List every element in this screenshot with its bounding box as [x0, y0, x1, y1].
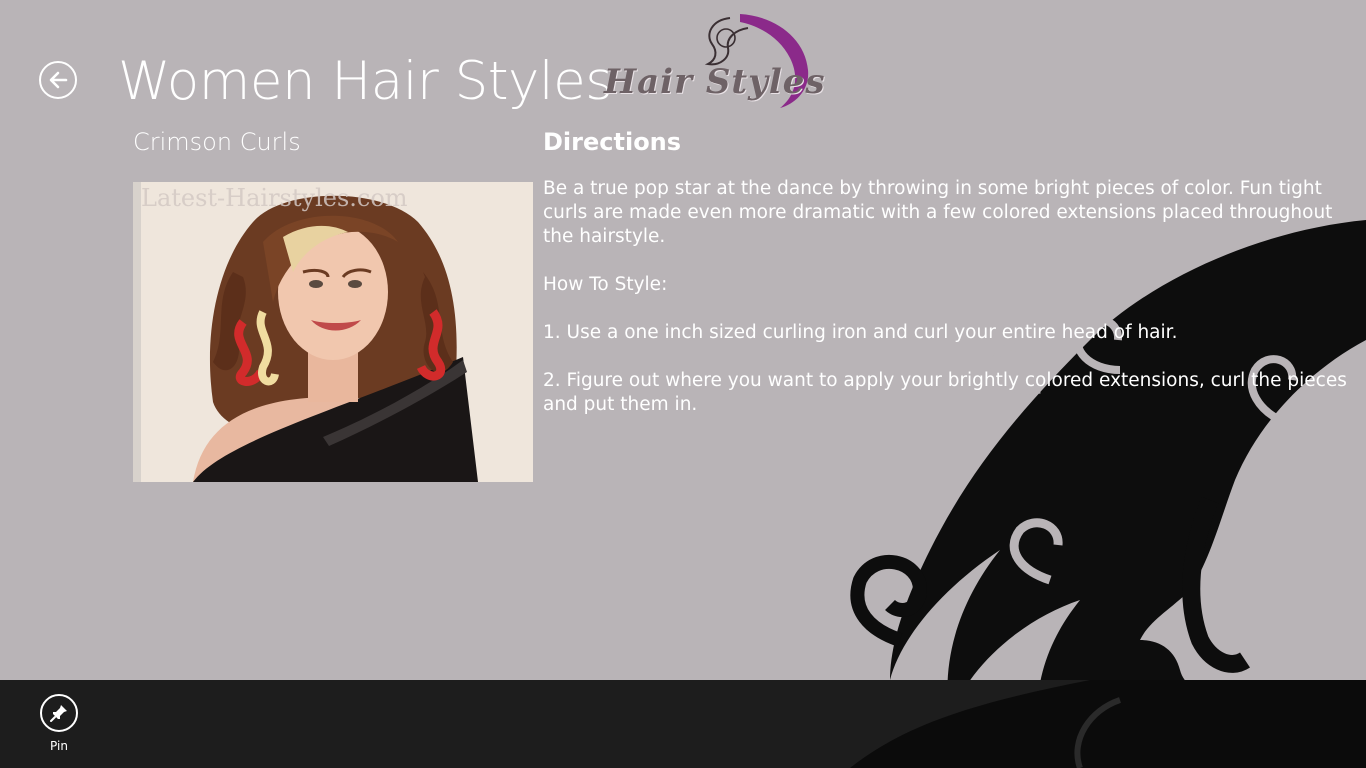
page-title: Women Hair Styles [118, 51, 613, 112]
app-bar: Pin [0, 680, 1366, 768]
hairstyle-name: Crimson Curls [133, 128, 301, 156]
directions-heading: Directions [543, 128, 682, 156]
back-button[interactable] [39, 61, 77, 99]
photo-watermark: Latest-Hairstyles.com [141, 184, 408, 212]
pin-button[interactable]: Pin [28, 694, 90, 760]
directions-paragraph: 1. Use a one inch sized curling iron and… [543, 322, 1178, 343]
pin-label: Pin [50, 739, 68, 753]
directions-paragraph: 2. Figure out where you want to apply yo… [543, 370, 1347, 415]
directions-paragraph: How To Style: [543, 274, 668, 295]
pin-button-circle [40, 694, 78, 732]
app-bar-silhouette-art [850, 680, 1366, 768]
hairstyle-photo: Latest-Hairstyles.com [133, 182, 533, 482]
logo-text: Hair Styles [604, 62, 826, 102]
directions-paragraph: Be a true pop star at the dance by throw… [543, 178, 1333, 247]
directions-text: Be a true pop star at the dance by throw… [543, 177, 1358, 441]
back-arrow-icon [49, 71, 68, 89]
pin-icon [50, 705, 67, 722]
